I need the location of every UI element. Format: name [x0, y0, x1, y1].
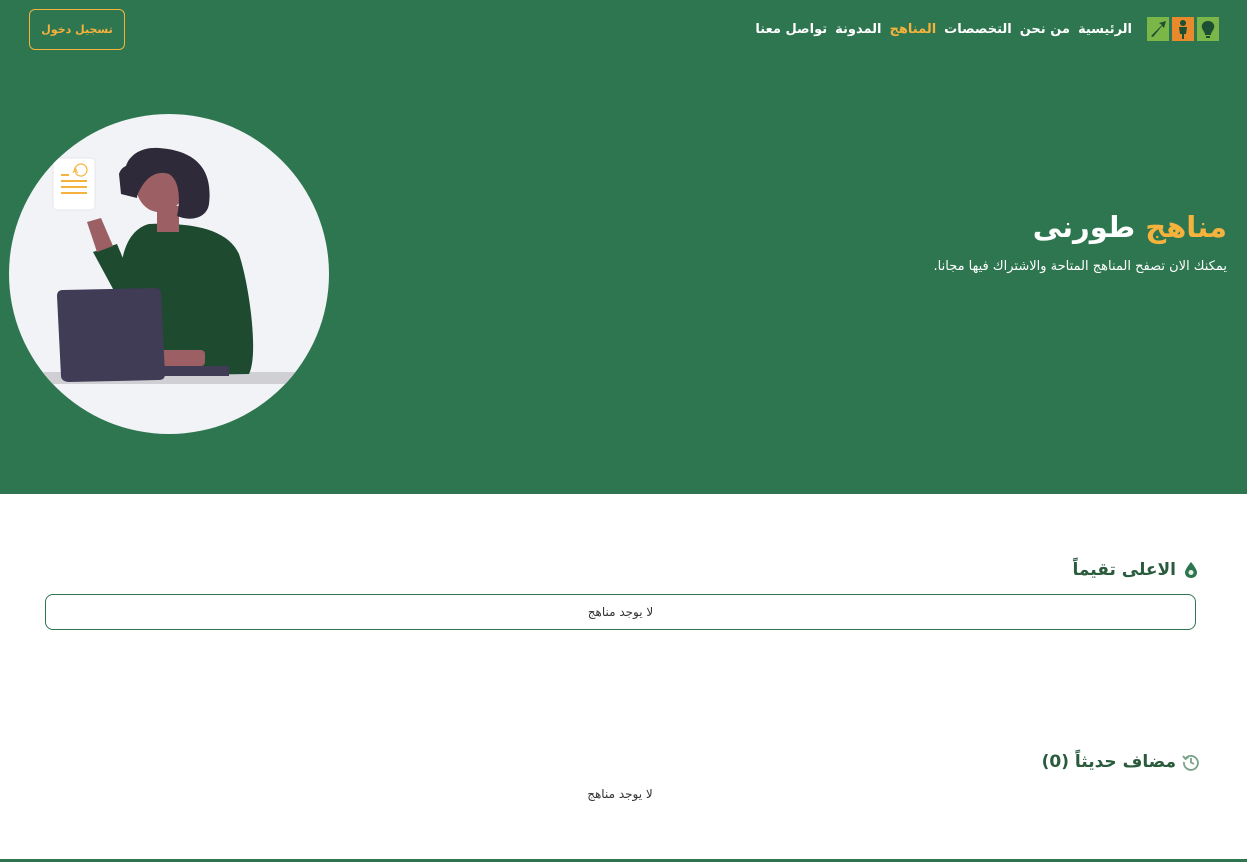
nav-curricula[interactable]: المناهج — [890, 22, 937, 37]
svg-text:A: A — [73, 166, 79, 175]
recent-heading: مضاف حديثاً (0) — [1042, 752, 1200, 772]
hero-section: الرئيسية من نحن التخصصات المناهج المدونة… — [0, 0, 1247, 494]
lightbulb-icon — [1197, 17, 1219, 41]
nav-specializations[interactable]: التخصصات — [944, 22, 1012, 37]
hero-title: مناهج طورنى — [1033, 210, 1227, 244]
top-rated-title: الاعلى تقيماً — [1072, 560, 1177, 580]
hero-illustration: A — [9, 114, 329, 434]
login-button[interactable]: تسجيل دخول — [29, 9, 125, 50]
nav-about[interactable]: من نحن — [1020, 22, 1070, 37]
top-rated-list: لا يوجد مناهج — [45, 594, 1196, 630]
nav-home[interactable]: الرئيسية — [1078, 22, 1132, 37]
site-logo[interactable] — [1147, 17, 1219, 41]
recent-empty-message: لا يوجد مناهج — [587, 787, 653, 801]
empty-message: لا يوجد مناهج — [587, 605, 654, 619]
growth-arrow-icon — [1147, 17, 1169, 41]
hero-title-rest: طورنى — [1032, 210, 1136, 244]
drop-icon — [1182, 561, 1200, 579]
hero-subtitle: يمكنك الان تصفح المناهج المتاحة والاشترا… — [933, 259, 1227, 274]
top-rated-heading: الاعلى تقيماً — [1073, 560, 1201, 580]
nav-contact[interactable]: تواصل معنا — [755, 22, 827, 37]
person-icon — [1172, 17, 1194, 41]
nav-blog[interactable]: المدونة — [835, 22, 881, 37]
recent-title: مضاف حديثاً (0) — [1041, 752, 1176, 772]
hero-title-accent: مناهج — [1145, 210, 1227, 244]
main-nav: الرئيسية من نحن التخصصات المناهج المدونة… — [755, 22, 1132, 37]
history-icon — [1182, 753, 1200, 771]
